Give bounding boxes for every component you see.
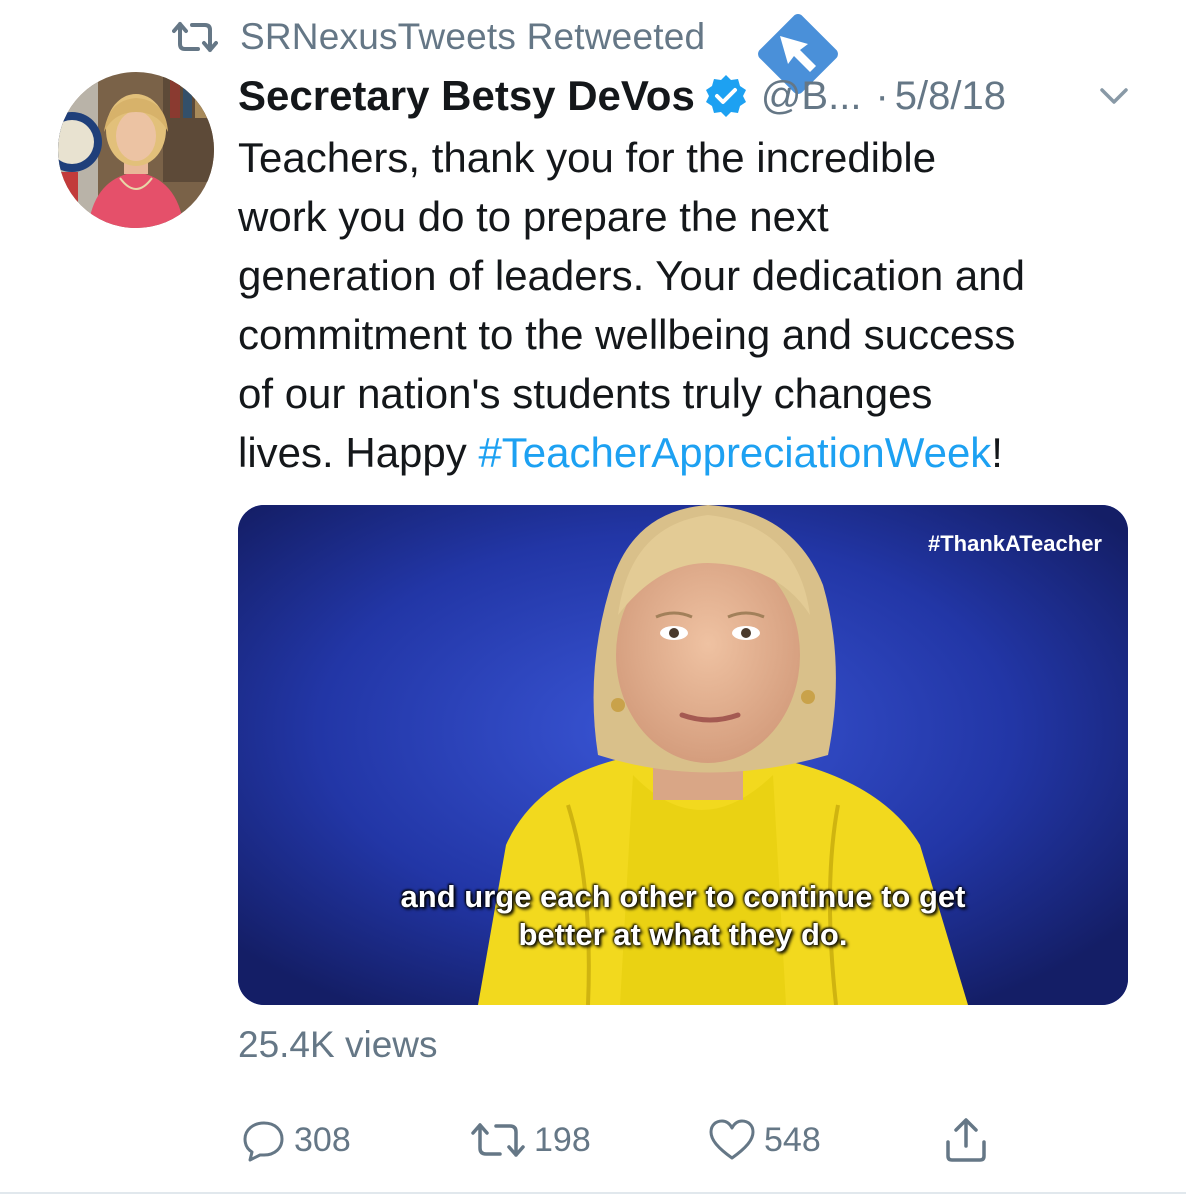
tweet-line: generation of leaders. Your dedication a… [238,252,1025,299]
tweet-line-prefix: lives. Happy [238,429,479,476]
hashtag-link[interactable]: #TeacherAppreciationWeek [478,429,991,476]
author-handle[interactable]: @B... [761,74,862,119]
view-count: 25.4K views [238,1024,438,1065]
reply-icon [243,1121,284,1162]
like-button[interactable]: 548 [708,1112,821,1168]
video-caption-line: better at what they do. [518,917,848,952]
reply-button[interactable]: 308 [242,1112,351,1168]
heart-icon [709,1119,755,1160]
tweet-line: work you do to prepare the next [238,193,829,240]
tweet-header: Secretary Betsy DeVos @B... · 5/8/18 [238,66,1006,126]
retweet-banner-text: SRNexusTweets Retweeted [240,16,706,57]
tweet-line-suffix: ! [991,429,1003,476]
action-bar: 308 198 548 [0,1112,1186,1168]
retweet-count: 198 [534,1120,591,1159]
tweet-date[interactable]: 5/8/18 [895,74,1006,119]
tweet-line: of our nation's students truly changes [238,370,933,417]
avatar-image [58,72,214,228]
separator-dot: · [875,73,889,118]
tweet-text: Teachers, thank you for the incredible w… [238,128,1158,482]
retweet-banner[interactable]: SRNexusTweets Retweeted [172,14,705,60]
video-caption-line: and urge each other to continue to get [400,879,966,914]
share-button[interactable] [942,1112,998,1168]
divider [0,1192,1186,1194]
chevron-down-icon[interactable] [1094,80,1134,110]
tweet-line: commitment to the wellbeing and success [238,311,1016,358]
retweet-button[interactable]: 198 [470,1112,591,1168]
author-name[interactable]: Secretary Betsy DeVos [238,72,695,120]
like-count: 548 [764,1120,821,1159]
retweet-icon [471,1123,525,1157]
tweet-last-line: lives. Happy #TeacherAppreciationWeek! [238,423,1158,482]
reply-count: 308 [294,1120,351,1159]
video-player[interactable]: #ThankATeacher and urge each other to co… [238,505,1128,1005]
retweet-icon [172,22,218,52]
avatar[interactable] [58,72,214,228]
share-icon [946,1118,986,1162]
tweet-line: Teachers, thank you for the incredible [238,134,937,181]
video-hashtag-overlay: #ThankATeacher [927,531,1102,556]
verified-check-icon [705,75,746,117]
